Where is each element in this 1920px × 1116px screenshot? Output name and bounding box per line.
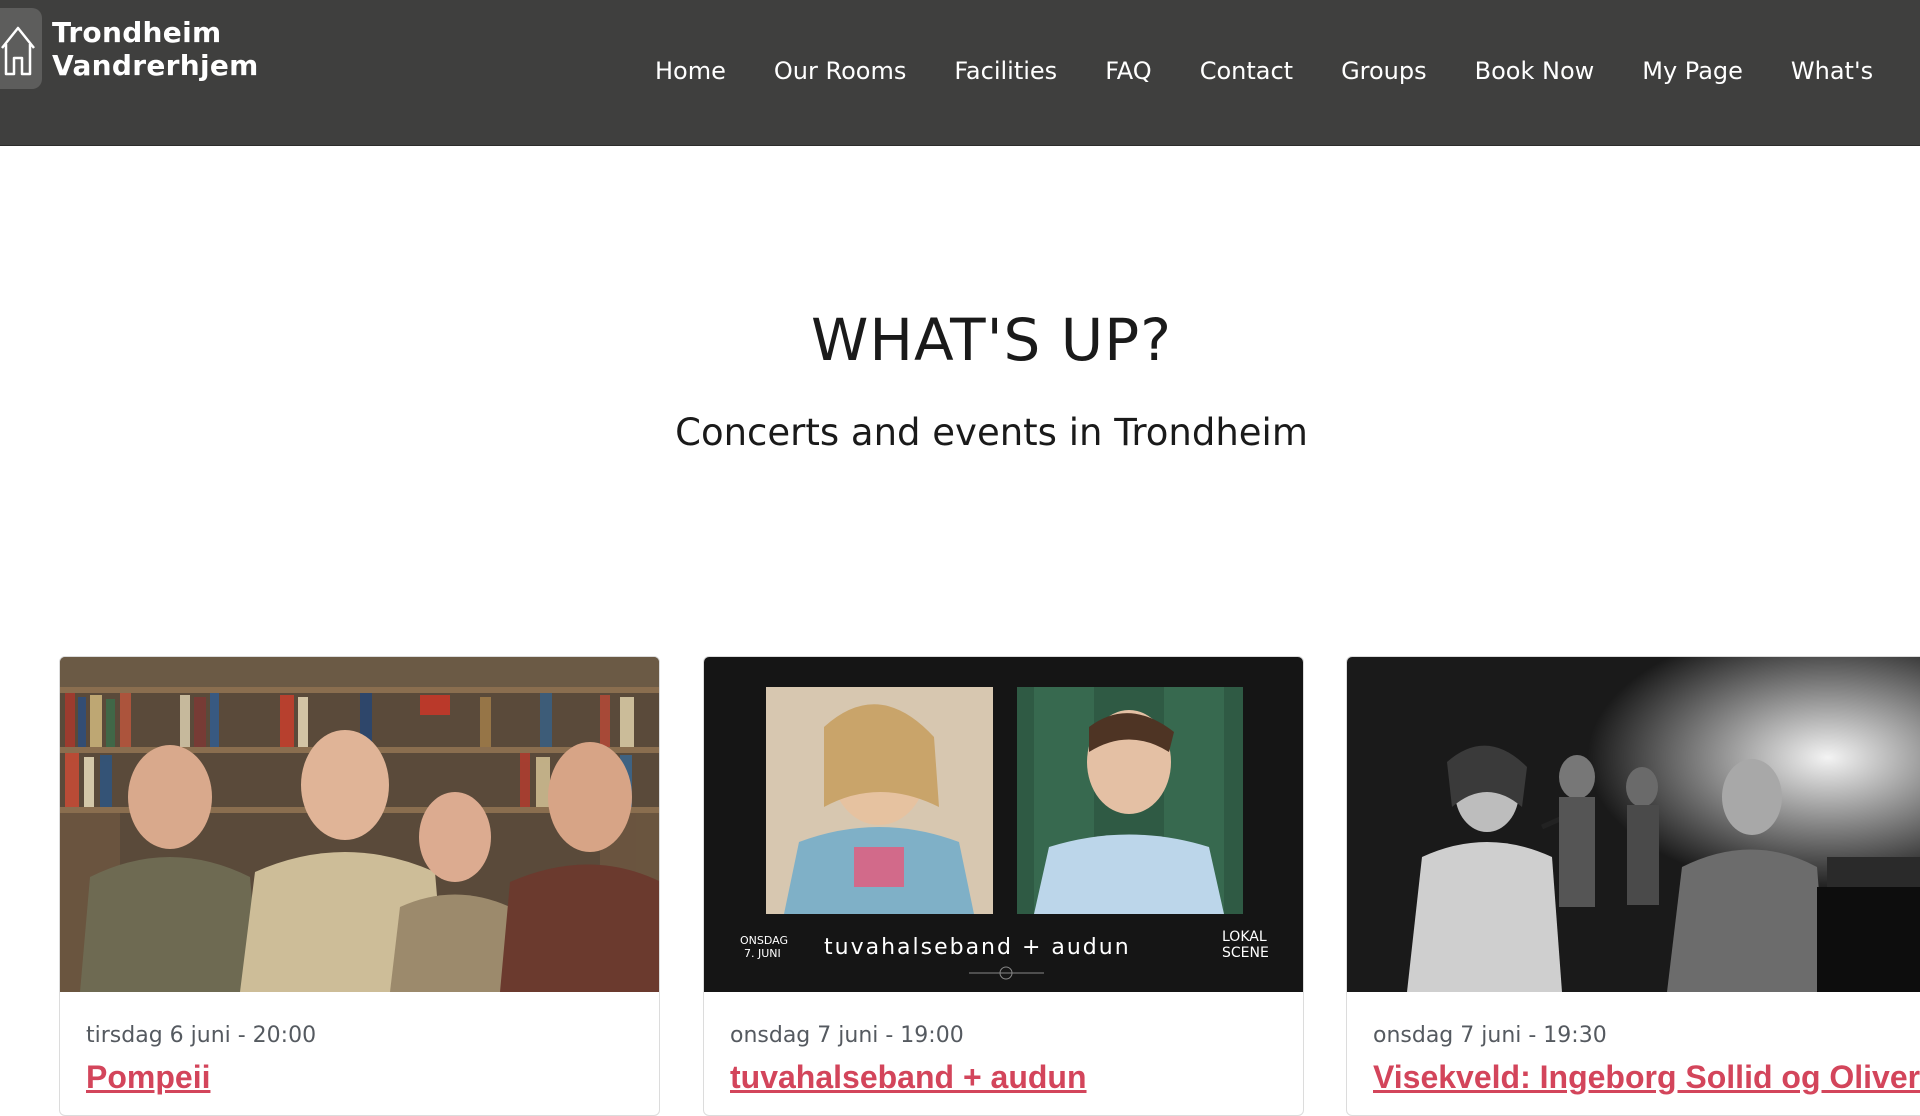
nav-book-now[interactable]: Book Now xyxy=(1475,52,1595,90)
event-photo-band[interactable] xyxy=(60,657,659,992)
page-title: WHAT'S UP? xyxy=(811,306,1172,374)
brand-name: Trondheim Vandrerhjem xyxy=(52,16,259,82)
poster-day: ONSDAG xyxy=(740,934,788,947)
poster-venue-line1: LOKAL xyxy=(1222,929,1267,945)
poster-venue-line2: SCENE xyxy=(1222,945,1269,961)
nav-faq[interactable]: FAQ xyxy=(1105,52,1152,90)
nav-contact[interactable]: Contact xyxy=(1200,52,1293,90)
poster-band-name: tuvahalseband + audun xyxy=(824,935,1131,960)
nav-facilities[interactable]: Facilities xyxy=(954,52,1057,90)
poster-date: 7. JUNI xyxy=(744,947,781,960)
event-photo-concert[interactable] xyxy=(1347,657,1920,992)
nav-groups[interactable]: Groups xyxy=(1341,52,1427,90)
event-card[interactable]: tirsdag 6 juni - 20:00 Pompeii xyxy=(59,656,660,1116)
event-card[interactable]: ONSDAG 7. JUNI tuvahalseband + audun LOK… xyxy=(703,656,1304,1116)
brand-name-line2: Vandrerhjem xyxy=(52,48,259,82)
main-nav: Home Our Rooms Facilities FAQ Contact Gr… xyxy=(655,52,1920,90)
event-title-link[interactable]: Pompeii xyxy=(86,1059,210,1096)
page-subtitle: Concerts and events in Trondheim xyxy=(675,411,1308,454)
event-date: onsdag 7 juni - 19:00 xyxy=(730,1023,964,1048)
event-date: tirsdag 6 juni - 20:00 xyxy=(86,1023,317,1048)
house-icon xyxy=(0,8,42,89)
event-title-link[interactable]: tuvahalseband + audun xyxy=(730,1059,1087,1096)
event-title-link[interactable]: Visekveld: Ingeborg Sollid og Oliver xyxy=(1373,1059,1920,1096)
nav-our-rooms[interactable]: Our Rooms xyxy=(774,52,906,90)
event-card[interactable]: onsdag 7 juni - 19:30 Visekveld: Ingebor… xyxy=(1346,656,1920,1116)
nav-my-page[interactable]: My Page xyxy=(1642,52,1743,90)
event-date: onsdag 7 juni - 19:30 xyxy=(1373,1023,1607,1048)
brand-name-line1: Trondheim xyxy=(52,15,222,49)
nav-home[interactable]: Home xyxy=(655,52,726,90)
brand-logo-link[interactable]: Trondheim Vandrerhjem xyxy=(0,8,259,89)
nav-whats-up[interactable]: What's xyxy=(1791,52,1873,90)
top-navbar: Trondheim Vandrerhjem Home Our Rooms Fac… xyxy=(0,0,1920,146)
event-poster[interactable]: ONSDAG 7. JUNI tuvahalseband + audun LOK… xyxy=(704,657,1303,992)
